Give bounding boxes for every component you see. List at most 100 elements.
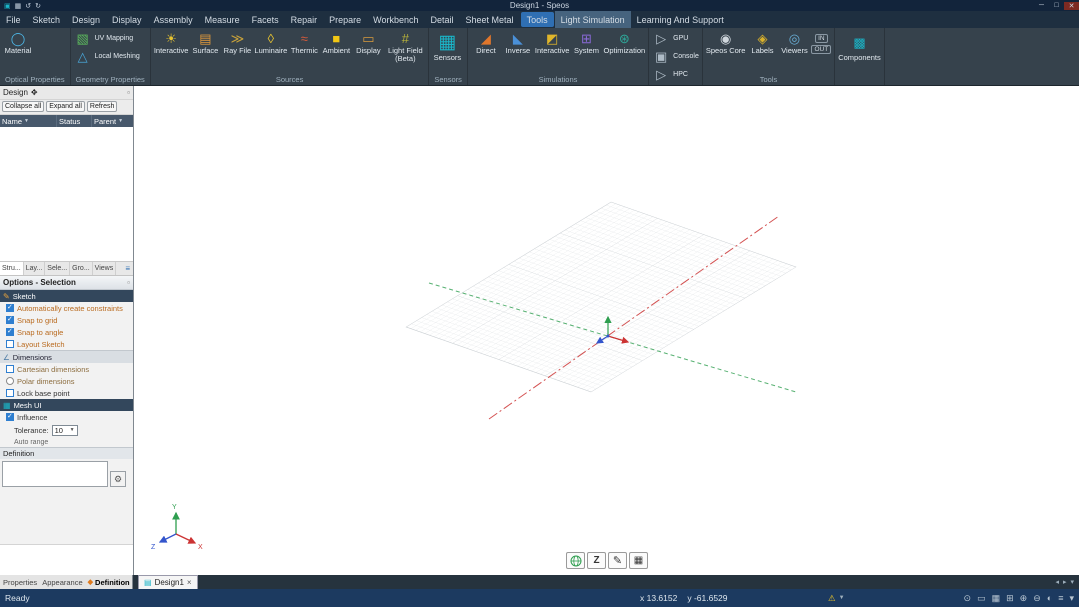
expand-all-button[interactable]: Expand all <box>46 101 85 112</box>
viewport[interactable]: Y X Z Z ✎ <box>134 86 1079 575</box>
view-cube-icon[interactable]: ⊞ <box>1006 593 1014 604</box>
ribbon-item-uv-mapping[interactable]: UV Mapping <box>74 30 134 47</box>
tab-appearance[interactable]: Appearance <box>42 578 82 587</box>
checkbox[interactable] <box>6 316 14 324</box>
collapse-all-button[interactable]: Collapse all <box>2 101 44 112</box>
option-row-influence[interactable]: Influence <box>0 411 133 423</box>
option-row-snap-to-grid[interactable]: Snap to grid <box>0 314 133 326</box>
ribbon-item-inverse-simulation[interactable]: Inverse <box>503 30 533 55</box>
column-parent[interactable]: Parent ▼ <box>92 115 133 127</box>
checkbox[interactable] <box>6 365 14 373</box>
filter-icon[interactable]: ▼ <box>118 118 123 124</box>
ribbon-item-viewers[interactable]: Viewers <box>779 30 809 55</box>
ribbon-item-export[interactable]: OUT <box>811 45 831 54</box>
tab-layers[interactable]: Lay... <box>24 262 46 275</box>
ribbon-item-direct-simulation[interactable]: Direct <box>471 30 501 55</box>
mesh-section-header[interactable]: ▦ Mesh UI <box>0 399 133 411</box>
spin-button[interactable] <box>566 552 585 569</box>
tolerance-select[interactable]: 10 ▼ <box>52 425 78 436</box>
checkbox[interactable] <box>6 413 14 421</box>
checkbox[interactable] <box>6 304 14 312</box>
option-row-lock-base-point[interactable]: Lock base point <box>0 387 133 399</box>
ribbon-item-optimization[interactable]: Optimization <box>603 30 645 55</box>
dimensions-section-header[interactable]: ∠ Dimensions <box>0 350 133 363</box>
close-button[interactable]: ✕ <box>1064 2 1079 10</box>
ribbon-item-local-meshing[interactable]: Local Meshing <box>74 48 140 65</box>
tab-views[interactable]: Views <box>93 262 117 275</box>
option-row-polar-dimensions[interactable]: Polar dimensions <box>0 375 133 387</box>
menu-tab-workbench[interactable]: Workbench <box>367 11 424 28</box>
zoom-in-icon[interactable]: ⊕ <box>1020 593 1028 604</box>
ribbon-item-ambient[interactable]: Ambient <box>321 30 351 55</box>
ribbon-item-material[interactable]: Material <box>3 30 33 55</box>
maximize-button[interactable]: □ <box>1049 2 1064 10</box>
tab-groups[interactable]: Gro... <box>70 262 93 275</box>
ribbon-item-ray-file[interactable]: Ray File <box>222 30 252 55</box>
tab-definition[interactable]: ◆ Definition <box>88 578 130 587</box>
ribbon-item-thermic[interactable]: Thermic <box>289 30 319 55</box>
redo-icon[interactable]: ↻ <box>35 2 41 10</box>
menu-tab-facets[interactable]: Facets <box>246 11 285 28</box>
close-tab-icon[interactable]: × <box>187 578 192 587</box>
ribbon-item-interactive-source[interactable]: Interactive <box>154 30 189 55</box>
simulation-tree[interactable] <box>0 127 133 262</box>
panel-list-icon[interactable]: ≡ <box>122 262 133 275</box>
menu-tab-design[interactable]: Design <box>66 11 106 28</box>
ribbon-item-display-source[interactable]: Display <box>353 30 383 55</box>
plan-view-button[interactable]: Z <box>587 552 606 569</box>
shade-mode-icon[interactable]: ◐ <box>1047 593 1052 603</box>
box-select-icon[interactable]: ▭ <box>977 593 986 604</box>
document-tab-design1[interactable]: ▤ Design1 × <box>138 575 198 589</box>
ribbon-item-run-hpc[interactable]: HPC <box>652 66 688 83</box>
scroll-right-icon[interactable]: ▸ <box>1063 578 1067 586</box>
auto-range-row[interactable]: Auto range <box>0 437 133 447</box>
zoom-out-icon[interactable]: ⊖ <box>1033 593 1041 604</box>
scroll-left-icon[interactable]: ◂ <box>1055 578 1059 586</box>
ribbon-item-components[interactable]: Components <box>838 30 881 62</box>
ribbon-item-luminaire[interactable]: Luminaire <box>254 30 287 55</box>
ribbon-item-system-simulation[interactable]: System <box>571 30 601 55</box>
menu-tab-measure[interactable]: Measure <box>199 11 246 28</box>
ribbon-item-sensors[interactable]: Sensors <box>432 30 462 62</box>
ribbon-item-run-gpu[interactable]: GPU <box>652 30 688 47</box>
display-options-icon[interactable]: ≡ <box>1058 593 1063 603</box>
minimize-button[interactable]: ─ <box>1034 2 1049 10</box>
ribbon-item-surface-source[interactable]: Surface <box>190 30 220 55</box>
radio-button[interactable] <box>6 377 14 385</box>
ribbon-item-light-field[interactable]: Light Field (Beta) <box>385 30 425 63</box>
menu-tab-light-simulation[interactable]: Light Simulation <box>555 11 631 28</box>
save-icon[interactable]: ▦ <box>15 2 22 10</box>
column-status[interactable]: Status <box>57 115 92 127</box>
move-grid-button[interactable]: ▦ <box>629 552 648 569</box>
ribbon-item-interactive-simulation[interactable]: Interactive <box>535 30 570 55</box>
option-row-layout-sketch[interactable]: Layout Sketch <box>0 338 133 350</box>
ribbon-item-console[interactable]: Console <box>652 48 699 65</box>
undo-icon[interactable]: ↺ <box>25 2 31 10</box>
option-row-cartesian-dimensions[interactable]: Cartesian dimensions <box>0 363 133 375</box>
pin-options-icon[interactable]: ▫ <box>127 278 130 287</box>
checkbox[interactable] <box>6 340 14 348</box>
menu-tab-assembly[interactable]: Assembly <box>148 11 199 28</box>
sketch-section-header[interactable]: ✎ Sketch <box>0 290 133 302</box>
option-row-snap-to-angle[interactable]: Snap to angle <box>0 326 133 338</box>
3d-scene[interactable]: Y X Z <box>134 86 1079 575</box>
menu-tab-sheet-metal[interactable]: Sheet Metal <box>460 11 520 28</box>
tab-list-icon[interactable]: ▾ <box>1070 578 1074 586</box>
selection-filter-icon[interactable]: ⊙ <box>964 593 972 604</box>
snap-grid-icon[interactable]: ▦ <box>992 593 1001 604</box>
menu-tab-repair[interactable]: Repair <box>285 11 324 28</box>
menu-tab-tools[interactable]: Tools <box>521 12 554 27</box>
menu-tab-file[interactable]: File <box>0 11 27 28</box>
column-name[interactable]: Name ▼ <box>0 115 57 127</box>
refresh-button[interactable]: Refresh <box>87 101 118 112</box>
tab-structure[interactable]: Stru... <box>0 262 24 275</box>
checkbox[interactable] <box>6 328 14 336</box>
sketch-mode-button[interactable]: ✎ <box>608 552 627 569</box>
definition-input[interactable] <box>2 461 108 487</box>
menu-tab-prepare[interactable]: Prepare <box>323 11 367 28</box>
option-row-auto-constraints[interactable]: Automatically create constraints <box>0 302 133 314</box>
ribbon-item-speos-core[interactable]: Speos Core <box>706 30 746 55</box>
ribbon-item-labels[interactable]: Labels <box>747 30 777 55</box>
more-options-icon[interactable]: ▾ <box>1069 593 1074 604</box>
pin-panel-icon[interactable]: ▫ <box>127 88 130 97</box>
